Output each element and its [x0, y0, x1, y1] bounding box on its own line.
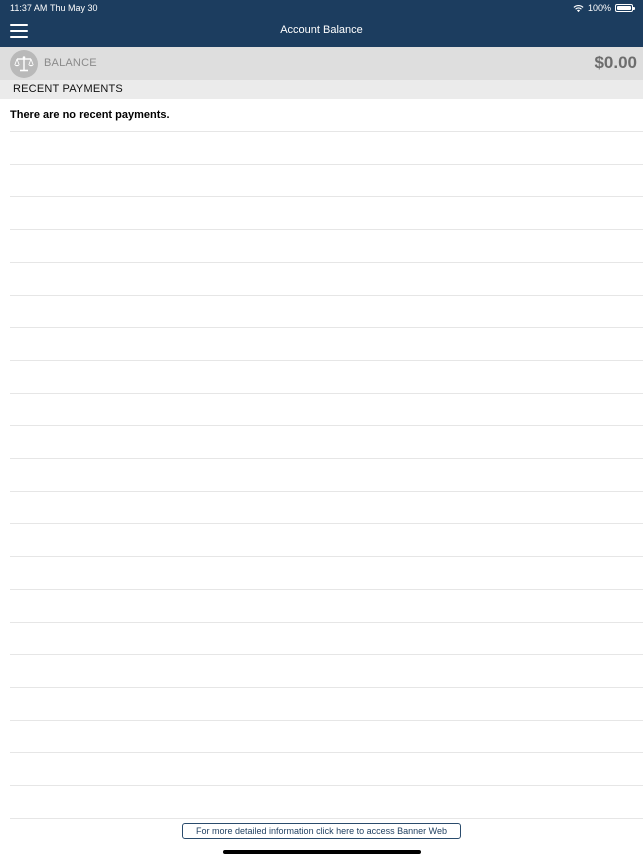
row-divider	[10, 752, 643, 753]
row-divider	[10, 654, 643, 655]
row-divider	[10, 131, 643, 132]
row-divider	[10, 229, 643, 230]
row-divider	[10, 622, 643, 623]
battery-percent: 100%	[587, 3, 611, 13]
row-divider	[10, 393, 643, 394]
row-divider	[10, 785, 643, 786]
row-divider	[10, 458, 643, 459]
balance-bar: BALANCE $0.00	[0, 47, 643, 80]
row-divider	[10, 360, 643, 361]
empty-payments-message: There are no recent payments.	[10, 109, 170, 121]
row-divider	[10, 589, 643, 590]
scale-icon	[10, 50, 38, 78]
menu-line	[10, 36, 28, 38]
row-divider	[10, 196, 643, 197]
balance-amount: $0.00	[594, 53, 637, 72]
balance-label: BALANCE	[44, 57, 97, 69]
battery-level	[617, 6, 631, 10]
page-title: Account Balance	[280, 24, 363, 36]
status-date: Thu May 30	[50, 3, 98, 13]
recent-payments-header: RECENT PAYMENTS	[0, 80, 643, 99]
wifi-icon	[573, 4, 584, 12]
home-indicator[interactable]	[223, 850, 421, 854]
section-title: RECENT PAYMENTS	[13, 83, 123, 95]
row-divider	[10, 425, 643, 426]
battery-icon	[615, 4, 635, 12]
status-indicators: 100%	[573, 2, 635, 14]
row-divider	[10, 491, 643, 492]
app-root: 11:37 AM Thu May 30 100% Account Balance	[0, 0, 643, 858]
row-divider	[10, 556, 643, 557]
balance-scale-glyph	[14, 56, 34, 72]
row-divider	[10, 720, 643, 721]
row-divider	[10, 818, 643, 819]
row-divider	[10, 327, 643, 328]
row-divider	[10, 164, 643, 165]
status-time: 11:37 AM	[10, 3, 48, 13]
row-divider	[10, 295, 643, 296]
row-divider	[10, 262, 643, 263]
row-divider	[10, 687, 643, 688]
row-divider	[10, 523, 643, 524]
app-header: 11:37 AM Thu May 30 100% Account Balance	[0, 0, 643, 47]
banner-web-link-button[interactable]: For more detailed information click here…	[182, 823, 461, 839]
